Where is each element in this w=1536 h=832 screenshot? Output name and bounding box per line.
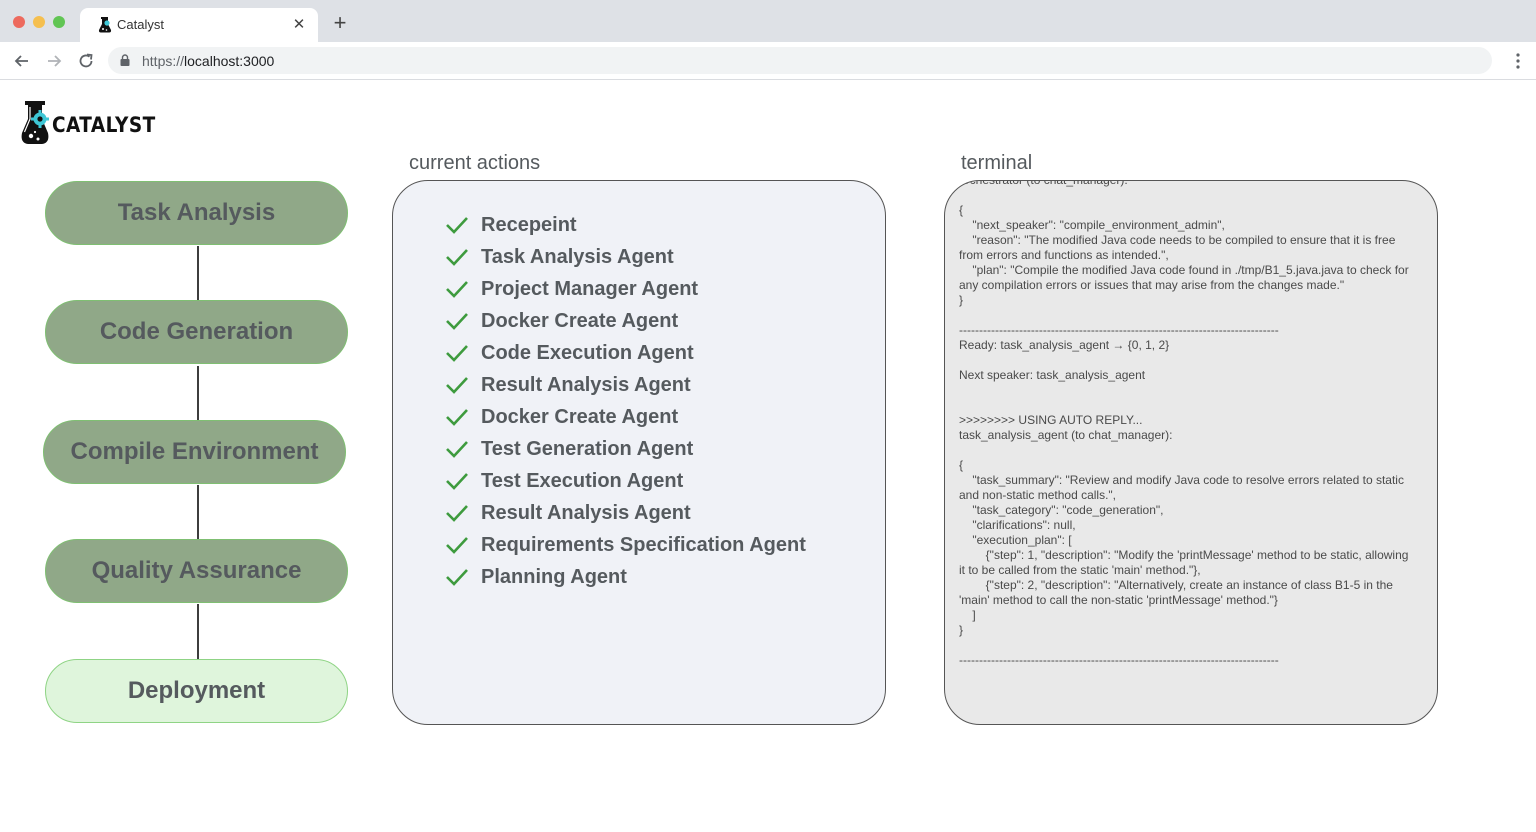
action-label: Test Execution Agent — [481, 469, 684, 492]
action-label: Code Execution Agent — [481, 341, 694, 364]
action-label: Requirements Specification Agent — [481, 533, 806, 556]
browser-tab-catalyst[interactable]: Catalyst ✕ — [80, 8, 318, 42]
checkmark-icon — [446, 281, 468, 298]
action-item: Code Execution Agent — [445, 337, 806, 369]
window-maximize-button[interactable] — [53, 16, 65, 28]
browser-menu-icon[interactable] — [1516, 52, 1520, 70]
stage-deployment[interactable]: Deployment — [45, 659, 348, 723]
pipeline-connector — [197, 485, 199, 539]
action-label: Recepeint — [481, 213, 577, 236]
action-item: Docker Create Agent — [445, 305, 806, 337]
action-label: Task Analysis Agent — [481, 245, 674, 268]
action-item: Planning Agent — [445, 561, 806, 593]
checkmark-icon — [446, 505, 468, 522]
checkmark-icon — [446, 313, 468, 330]
checkmark-icon — [446, 345, 468, 362]
forward-arrow-icon[interactable] — [44, 51, 64, 71]
current-actions-title: current actions — [409, 152, 541, 174]
window-close-button[interactable] — [13, 16, 25, 28]
tab-close-icon[interactable]: ✕ — [290, 16, 308, 34]
url-host: localhost:3000 — [184, 53, 275, 69]
address-bar[interactable]: https://localhost:3000 — [108, 47, 1492, 74]
action-item: Project Manager Agent — [445, 273, 806, 305]
stage-quality-assurance[interactable]: Quality Assurance — [45, 539, 348, 603]
browser-tab-bar: Catalyst ✕ + — [0, 0, 1536, 42]
checkmark-icon — [446, 249, 468, 266]
checkmark-icon — [446, 473, 468, 490]
checkmark-icon — [446, 409, 468, 426]
action-item: Result Analysis Agent — [445, 369, 806, 401]
action-label: Result Analysis Agent — [481, 373, 691, 396]
action-item: Result Analysis Agent — [445, 497, 806, 529]
current-actions-panel: Recepeint Task Analysis Agent Project Mana… — [392, 180, 886, 725]
terminal-output: orchestrator (to chat_manager): { "next_… — [959, 180, 1409, 667]
pipeline-connector — [197, 366, 199, 420]
stage-compile-environment[interactable]: Compile Environment — [43, 420, 346, 484]
url-text: https://localhost:3000 — [142, 53, 274, 69]
action-item: Requirements Specification Agent — [445, 529, 806, 561]
checkmark-icon — [446, 377, 468, 394]
action-item: Docker Create Agent — [445, 401, 806, 433]
action-label: Result Analysis Agent — [481, 501, 691, 524]
browser-toolbar: https://localhost:3000 — [0, 42, 1536, 80]
tab-title: Catalyst — [117, 17, 164, 32]
action-label: Docker Create Agent — [481, 405, 679, 428]
url-scheme: https:// — [142, 53, 185, 69]
logo-text: CATALYST — [52, 113, 156, 137]
catalyst-flask-icon — [21, 101, 49, 144]
action-label: Docker Create Agent — [481, 309, 679, 332]
pipeline-connector — [197, 246, 199, 301]
pipeline-connector — [197, 604, 199, 659]
checkmark-icon — [446, 537, 468, 554]
checkmark-icon — [446, 217, 468, 234]
window-minimize-button[interactable] — [33, 16, 45, 28]
action-label: Planning Agent — [481, 565, 627, 588]
stage-code-generation[interactable]: Code Generation — [45, 300, 348, 364]
action-label: Test Generation Agent — [481, 437, 694, 460]
actions-list: Recepeint Task Analysis Agent Project Mana… — [445, 209, 806, 593]
checkmark-icon — [446, 441, 468, 458]
terminal-panel[interactable]: orchestrator (to chat_manager): { "next_… — [944, 180, 1438, 725]
catalyst-flask-icon — [98, 17, 112, 33]
action-item: Recepeint — [445, 209, 806, 241]
checkmark-icon — [446, 569, 468, 586]
lock-icon — [120, 54, 130, 66]
stage-task-analysis[interactable]: Task Analysis — [45, 181, 348, 245]
action-label: Project Manager Agent — [481, 277, 699, 300]
catalyst-logo: CATALYST — [20, 101, 155, 147]
back-arrow-icon[interactable] — [12, 51, 32, 71]
action-item: Test Execution Agent — [445, 465, 806, 497]
new-tab-button[interactable]: + — [330, 12, 350, 34]
action-item: Test Generation Agent — [445, 433, 806, 465]
terminal-title: terminal — [961, 152, 1033, 174]
action-item: Task Analysis Agent — [445, 241, 806, 273]
reload-icon[interactable] — [76, 51, 96, 71]
